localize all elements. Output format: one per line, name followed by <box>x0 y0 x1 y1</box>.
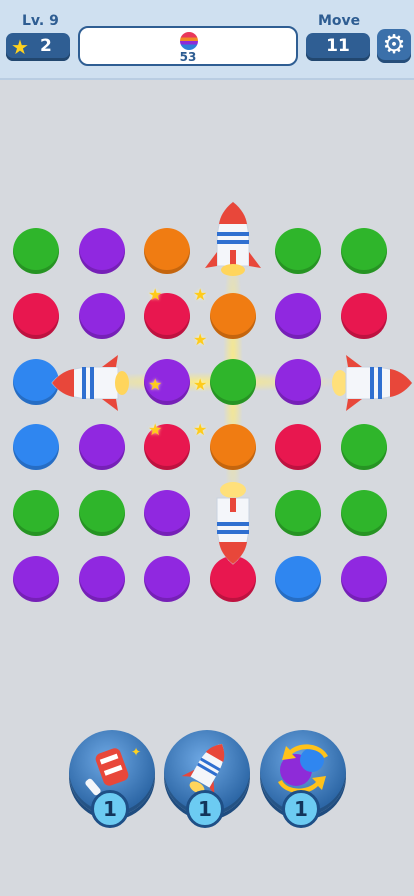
dot-purple[interactable] <box>144 490 190 536</box>
rocket-left[interactable] <box>50 352 132 414</box>
dot-red[interactable] <box>13 293 59 339</box>
rocket-booster-button[interactable]: 1 <box>164 730 250 828</box>
rocket-down[interactable] <box>202 478 264 566</box>
sparkle-star-icon: ★ <box>148 420 163 439</box>
hammer-booster-count-badge: 1 <box>91 790 129 828</box>
gear-icon: ⚙ <box>382 30 406 60</box>
dot-green[interactable] <box>341 490 387 536</box>
dot-purple[interactable] <box>275 293 321 339</box>
dot-orange[interactable] <box>210 424 256 470</box>
top-bar: Lv. 9 ★ 2 53 Move 11 ⚙ <box>0 0 414 80</box>
rocket-right[interactable] <box>330 352 414 414</box>
dot-purple[interactable] <box>275 359 321 405</box>
stars-count: 2 <box>40 36 52 56</box>
goal-box: 53 <box>78 26 298 66</box>
dot-green[interactable] <box>341 228 387 274</box>
rocket-up[interactable] <box>202 200 264 280</box>
striped-ball-icon <box>180 32 198 50</box>
dot-green[interactable] <box>210 359 256 405</box>
hammer-booster-count: 1 <box>103 797 117 821</box>
rocket-booster-count: 1 <box>198 797 212 821</box>
dot-purple[interactable] <box>79 228 125 274</box>
dot-purple[interactable] <box>79 556 125 602</box>
settings-button[interactable]: ⚙ <box>377 29 411 63</box>
svg-text:✦: ✦ <box>131 745 141 759</box>
star-icon: ★ <box>11 35 29 59</box>
shuffle-booster-count: 1 <box>294 797 308 821</box>
dot-green[interactable] <box>275 490 321 536</box>
level-label: Lv. 9 <box>22 13 59 29</box>
dot-green[interactable] <box>79 490 125 536</box>
hammer-booster-button[interactable]: ✦ 1 <box>69 730 155 828</box>
sparkle-star-icon: ★ <box>193 375 208 394</box>
sparkle-star-icon: ★ <box>193 420 208 439</box>
moves-count: 11 <box>326 36 350 56</box>
dot-purple[interactable] <box>13 556 59 602</box>
sparkle-star-icon: ★ <box>193 285 208 304</box>
rocket-booster-count-badge: 1 <box>186 790 224 828</box>
moves-counter: 11 <box>306 33 370 61</box>
dot-red[interactable] <box>275 424 321 470</box>
shuffle-booster-button[interactable]: 1 <box>260 730 346 828</box>
dot-green[interactable] <box>13 228 59 274</box>
dot-purple[interactable] <box>341 556 387 602</box>
sparkle-star-icon: ★ <box>193 330 208 349</box>
dot-green[interactable] <box>13 490 59 536</box>
dot-blue[interactable] <box>13 424 59 470</box>
move-label: Move <box>318 13 361 29</box>
dot-purple[interactable] <box>79 293 125 339</box>
dot-green[interactable] <box>275 228 321 274</box>
stars-counter: ★ 2 <box>6 33 70 61</box>
sparkle-star-icon: ★ <box>148 285 163 304</box>
dot-orange[interactable] <box>210 293 256 339</box>
shuffle-booster-count-badge: 1 <box>282 790 320 828</box>
dot-green[interactable] <box>341 424 387 470</box>
dot-blue[interactable] <box>275 556 321 602</box>
sparkle-star-icon: ★ <box>148 375 163 394</box>
dot-orange[interactable] <box>144 228 190 274</box>
dot-purple[interactable] <box>144 556 190 602</box>
goal-count: 53 <box>179 50 197 64</box>
dot-purple[interactable] <box>79 424 125 470</box>
dot-red[interactable] <box>341 293 387 339</box>
